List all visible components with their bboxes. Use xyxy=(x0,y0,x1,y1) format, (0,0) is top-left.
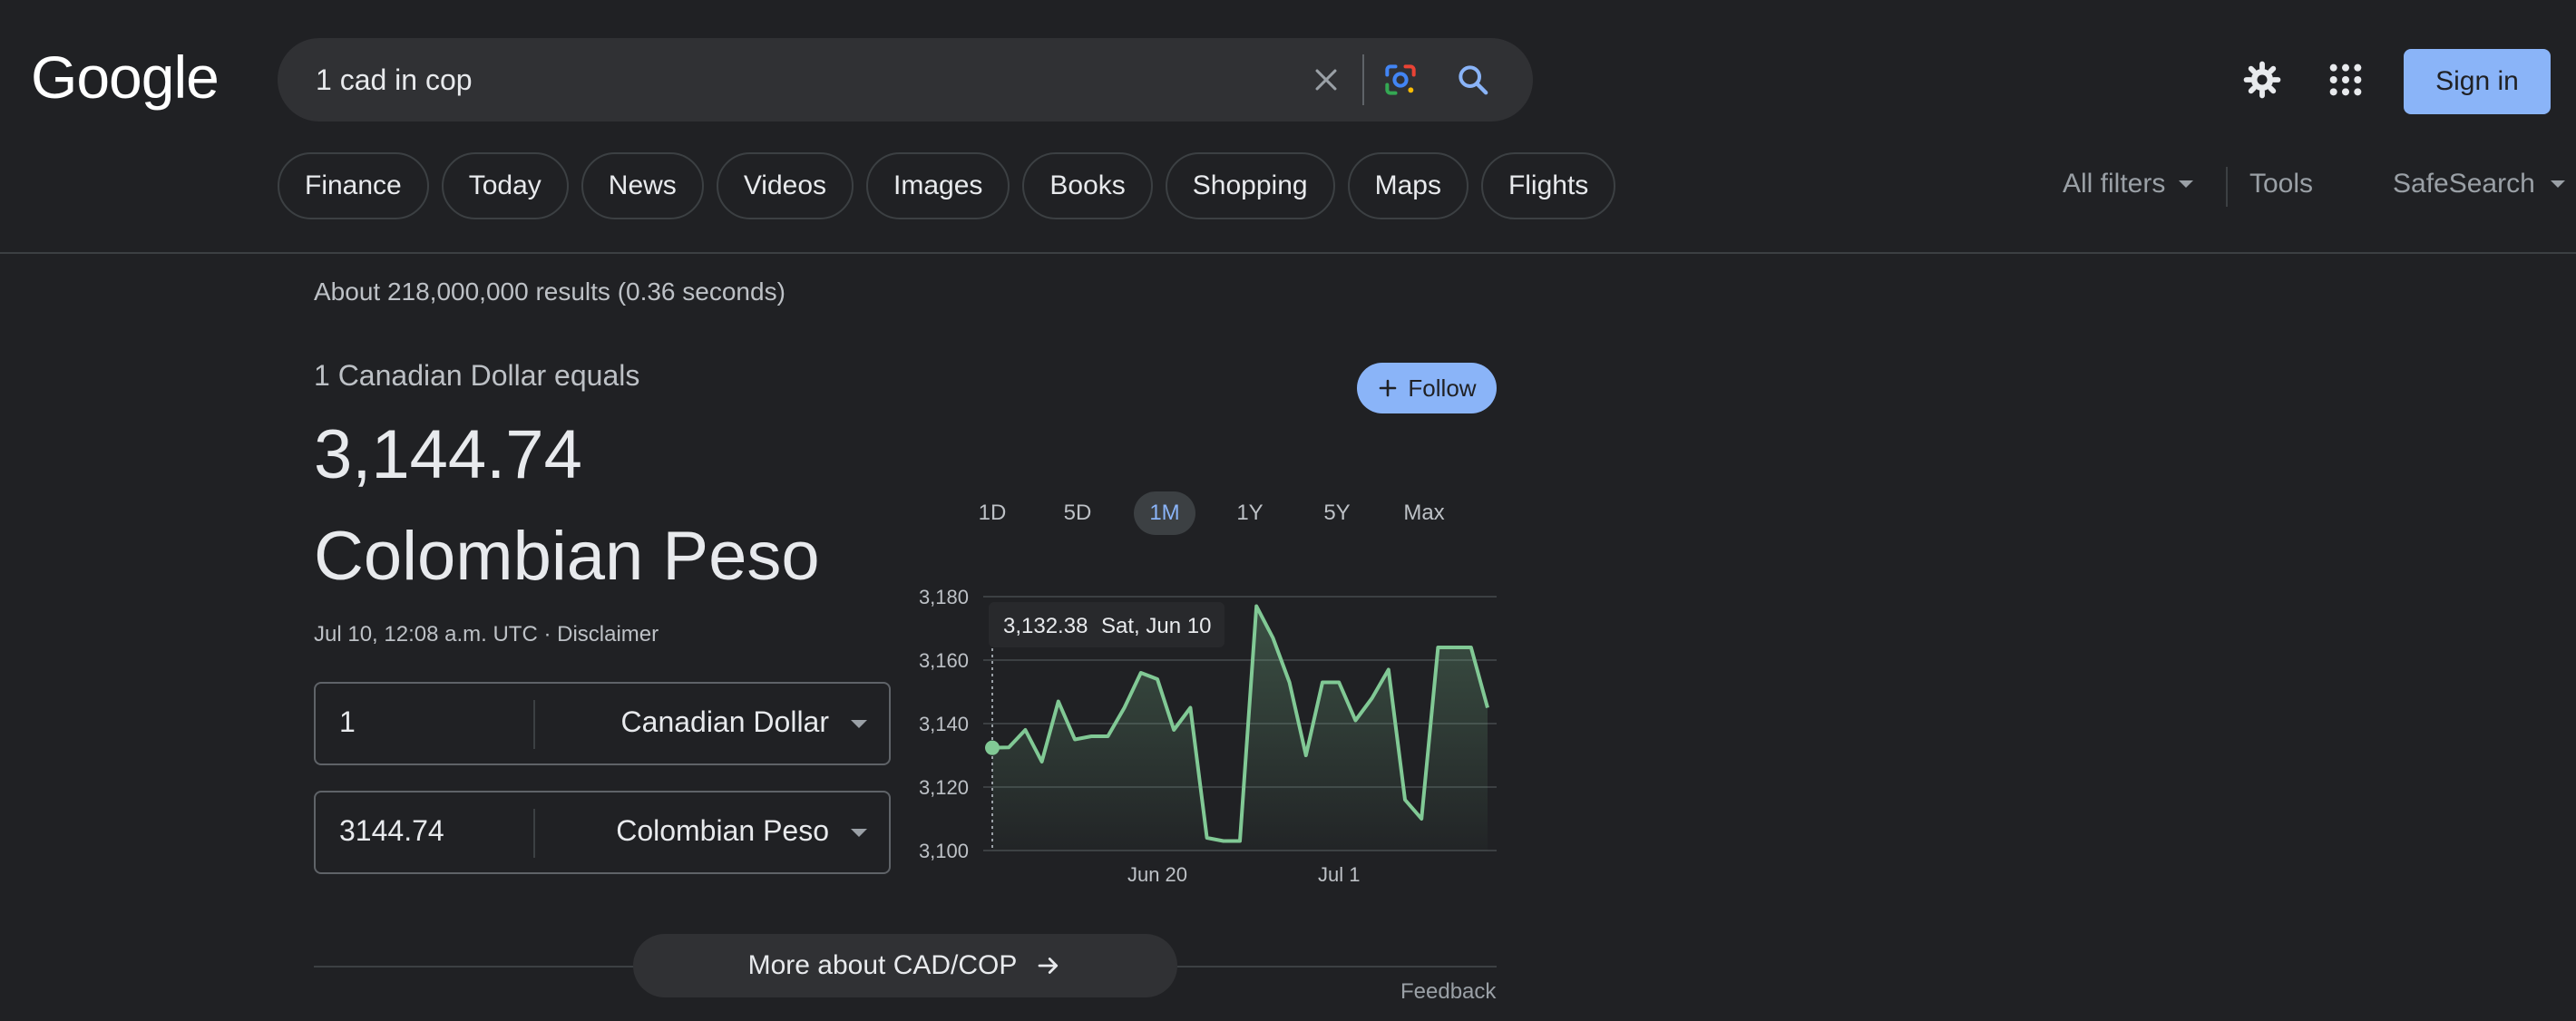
data-point xyxy=(985,740,1000,755)
data-point xyxy=(1222,840,1225,843)
data-point xyxy=(1403,798,1407,802)
data-point xyxy=(1387,668,1390,672)
x-tick-label: Jul 1 xyxy=(1318,863,1360,886)
tooltip-value: 3,132.38 xyxy=(1003,614,1088,638)
more-about-label: More about CAD/COP xyxy=(747,950,1018,980)
data-point xyxy=(1089,734,1093,738)
tooltip-date: Sat, Jun 10 xyxy=(1101,614,1211,638)
more-about-button[interactable]: More about CAD/COP xyxy=(633,934,1177,997)
data-point xyxy=(1156,677,1159,681)
data-point xyxy=(1238,840,1242,843)
data-point xyxy=(1057,700,1060,704)
data-point xyxy=(1254,605,1258,608)
data-point xyxy=(1469,646,1473,649)
data-point xyxy=(1371,696,1374,700)
y-tick-label: 3,180 xyxy=(919,586,969,608)
y-tick-label: 3,140 xyxy=(919,713,969,735)
exchange-rate-chart[interactable]: 3,100 3,120 3,140 3,160 3,180 Jun 20 Jul 1 3,13… xyxy=(0,0,2576,1021)
data-point xyxy=(1007,745,1010,749)
data-point xyxy=(1271,637,1274,640)
y-tick-label: 3,120 xyxy=(919,776,969,799)
y-tick-label: 3,160 xyxy=(919,649,969,672)
data-point xyxy=(1023,728,1027,732)
data-point xyxy=(1123,706,1127,710)
y-tick-label: 3,100 xyxy=(919,840,969,862)
data-point xyxy=(1139,671,1143,675)
data-point xyxy=(1353,719,1357,723)
data-point xyxy=(1073,738,1077,742)
data-point xyxy=(1172,728,1176,732)
x-tick-label: Jun 20 xyxy=(1127,863,1187,886)
data-point xyxy=(1337,681,1341,685)
data-point xyxy=(1321,681,1324,685)
data-point xyxy=(1288,681,1292,685)
arrow-right-icon xyxy=(1039,958,1059,974)
data-point xyxy=(1188,706,1192,710)
data-point xyxy=(1304,754,1308,757)
data-point xyxy=(1420,817,1423,821)
data-point xyxy=(1486,706,1489,710)
data-point xyxy=(1040,760,1044,763)
data-point xyxy=(1106,734,1109,738)
data-point xyxy=(1205,836,1209,840)
data-point xyxy=(1453,646,1457,649)
feedback-link[interactable]: Feedback xyxy=(1400,979,1496,1005)
data-point xyxy=(1436,646,1439,649)
